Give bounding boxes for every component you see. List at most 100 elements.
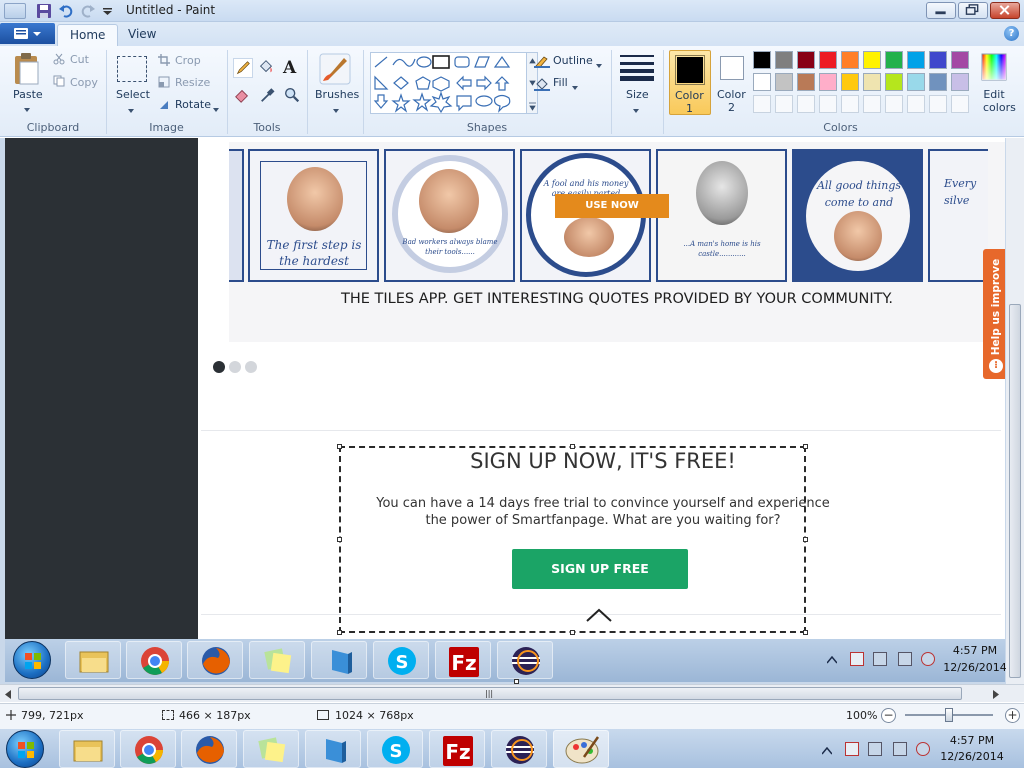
palette-swatch[interactable]: [753, 51, 771, 69]
color-picker-icon[interactable]: [259, 86, 279, 106]
save-icon[interactable]: [36, 3, 52, 19]
use-now-button[interactable]: USE NOW: [555, 194, 669, 218]
clock-date[interactable]: 12/26/2014: [932, 750, 1012, 763]
brushes-button[interactable]: Brushes: [315, 88, 359, 101]
palette-swatch[interactable]: [929, 73, 947, 91]
custom-color-slot[interactable]: [907, 95, 925, 113]
outline-button[interactable]: Outline: [553, 54, 593, 67]
volume-muted-icon[interactable]: [916, 742, 930, 756]
restore-button[interactable]: [958, 2, 988, 19]
paste-dropdown-icon[interactable]: [24, 102, 30, 112]
custom-color-slot[interactable]: [863, 95, 881, 113]
eraser-icon[interactable]: [233, 86, 253, 106]
tab-view[interactable]: View: [116, 24, 168, 46]
palette-swatch[interactable]: [863, 51, 881, 69]
color1-button[interactable]: Color 1: [669, 50, 711, 115]
palette-swatch[interactable]: [819, 73, 837, 91]
resize-handle[interactable]: [803, 444, 808, 449]
taskbar-chrome[interactable]: [120, 730, 176, 768]
shapes-gallery[interactable]: [370, 52, 527, 114]
select-icon[interactable]: [117, 56, 147, 82]
palette-swatch[interactable]: [841, 51, 859, 69]
palette-swatch[interactable]: [885, 51, 903, 69]
carousel-dot[interactable]: [245, 361, 257, 373]
help-icon[interactable]: ?: [1004, 26, 1019, 41]
taskbar-skype[interactable]: S: [367, 730, 423, 768]
scroll-right-icon[interactable]: [992, 689, 1000, 699]
zoom-in-button[interactable]: +: [1005, 708, 1020, 723]
palette-swatch[interactable]: [797, 51, 815, 69]
palette-swatch[interactable]: [907, 51, 925, 69]
palette-swatch[interactable]: [753, 73, 771, 91]
vertical-scroll-thumb[interactable]: [1009, 304, 1021, 678]
clock-time[interactable]: 4:57 PM: [932, 734, 1012, 747]
network-icon[interactable]: [893, 742, 907, 756]
cut-button[interactable]: Cut: [70, 53, 89, 66]
palette-swatch[interactable]: [775, 51, 793, 69]
show-hidden-icons[interactable]: [821, 745, 833, 755]
taskbar-sticky-notes[interactable]: [243, 730, 299, 768]
custom-color-slot[interactable]: [753, 95, 771, 113]
close-button[interactable]: [990, 2, 1020, 19]
palette-swatch[interactable]: [929, 51, 947, 69]
resize-handle[interactable]: [337, 630, 342, 635]
rotate-button[interactable]: Rotate: [175, 98, 211, 111]
palette-swatch[interactable]: [951, 51, 969, 69]
scroll-left-icon[interactable]: [4, 689, 12, 699]
carousel-dot[interactable]: [229, 361, 241, 373]
palette-swatch[interactable]: [951, 73, 969, 91]
select-button[interactable]: Select: [116, 88, 150, 101]
paste-icon[interactable]: [12, 52, 42, 86]
undo-icon[interactable]: [58, 3, 74, 19]
palette-swatch[interactable]: [797, 73, 815, 91]
help-us-improve-tab[interactable]: Help us improve ⁝: [983, 249, 1005, 379]
pencil-icon[interactable]: [233, 58, 253, 78]
size-button[interactable]: Size: [626, 88, 649, 101]
taskbar-paint[interactable]: [553, 730, 609, 768]
action-center-icon[interactable]: [845, 742, 859, 756]
custom-color-slot[interactable]: [797, 95, 815, 113]
resize-handle[interactable]: [570, 630, 575, 635]
edit-colors-button[interactable]: Edit colors: [983, 88, 1016, 114]
custom-color-slot[interactable]: [819, 95, 837, 113]
horizontal-scroll-thumb[interactable]: |||: [18, 687, 962, 700]
size-icon[interactable]: [620, 54, 654, 82]
edit-colors-icon[interactable]: [981, 53, 1007, 81]
palette-swatch[interactable]: [907, 73, 925, 91]
palette-swatch[interactable]: [885, 73, 903, 91]
taskbar-firefox[interactable]: [181, 730, 237, 768]
resize-handle[interactable]: [337, 444, 342, 449]
file-menu-button[interactable]: [0, 23, 55, 44]
redo-icon[interactable]: [80, 3, 96, 19]
resize-handle[interactable]: [803, 630, 808, 635]
zoom-slider-thumb[interactable]: [945, 708, 953, 722]
magnifier-icon[interactable]: [283, 86, 303, 106]
paste-button[interactable]: Paste: [13, 88, 43, 101]
brushes-dropdown-icon[interactable]: [333, 103, 339, 113]
taskbar-app[interactable]: [305, 730, 361, 768]
resize-button[interactable]: Resize: [175, 76, 210, 89]
outline-dropdown-icon[interactable]: [596, 58, 602, 68]
text-tool-icon[interactable]: A: [283, 58, 301, 78]
palette-swatch[interactable]: [841, 73, 859, 91]
resize-handle[interactable]: [803, 537, 808, 542]
usb-icon[interactable]: [868, 742, 882, 756]
minimize-button[interactable]: [926, 2, 956, 19]
size-dropdown-icon[interactable]: [633, 103, 639, 113]
palette-swatch[interactable]: [863, 73, 881, 91]
resize-handle[interactable]: [570, 444, 575, 449]
palette-swatch[interactable]: [775, 73, 793, 91]
color2-swatch[interactable]: [720, 56, 744, 80]
color2-label[interactable]: Color: [717, 88, 746, 101]
rotate-dropdown-icon[interactable]: [213, 102, 219, 112]
fill-button[interactable]: Fill: [553, 76, 568, 89]
start-button[interactable]: [6, 730, 44, 768]
customize-toolbar-icon[interactable]: [100, 3, 116, 19]
fill-bucket-icon[interactable]: [257, 58, 277, 78]
custom-color-slot[interactable]: [775, 95, 793, 113]
custom-color-slot[interactable]: [885, 95, 903, 113]
tab-home[interactable]: Home: [57, 24, 119, 46]
custom-color-slot[interactable]: [951, 95, 969, 113]
crop-button[interactable]: Crop: [175, 54, 201, 67]
brush-icon[interactable]: [318, 52, 352, 86]
